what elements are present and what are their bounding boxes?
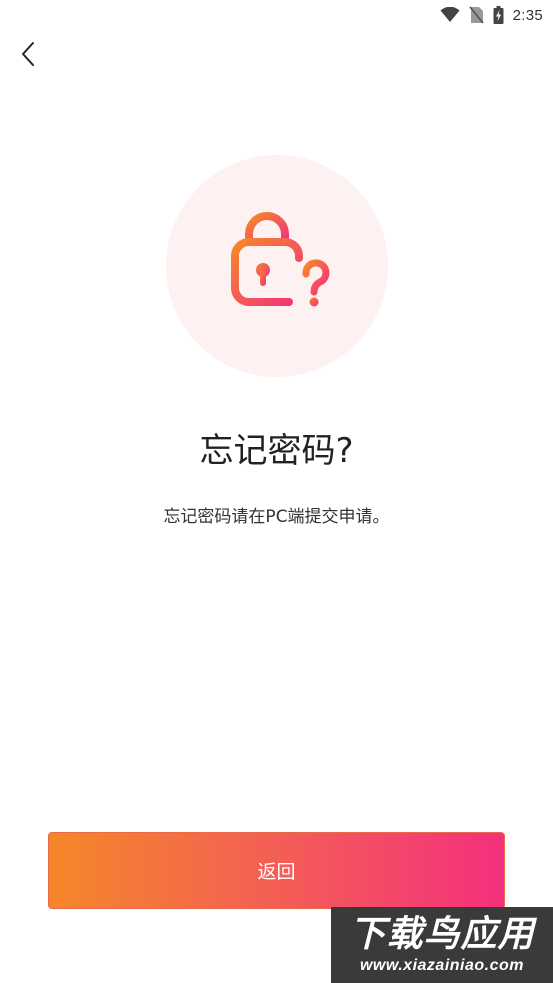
status-icons: 2:35 (440, 4, 543, 26)
wifi-icon (440, 7, 460, 23)
chevron-left-icon (20, 41, 36, 71)
status-time: 2:35 (512, 6, 543, 24)
no-sim-icon (468, 6, 484, 24)
status-bar: 2:35 (0, 0, 553, 30)
return-button[interactable]: 返回 (48, 832, 505, 909)
watermark-text: 下载鸟应用 (349, 914, 535, 955)
page-description: 忘记密码请在PC端提交申请。 (163, 507, 390, 527)
watermark: 下载鸟应用 www.xiazainiao.com (331, 907, 553, 983)
return-button-label: 返回 (257, 861, 296, 883)
back-button[interactable] (10, 38, 46, 74)
battery-charging-icon (493, 6, 504, 24)
watermark-url: www.xiazainiao.com (359, 957, 524, 974)
page-title: 忘记密码? (199, 431, 354, 471)
lock-question-icon (217, 204, 337, 328)
lock-illustration (166, 155, 388, 377)
